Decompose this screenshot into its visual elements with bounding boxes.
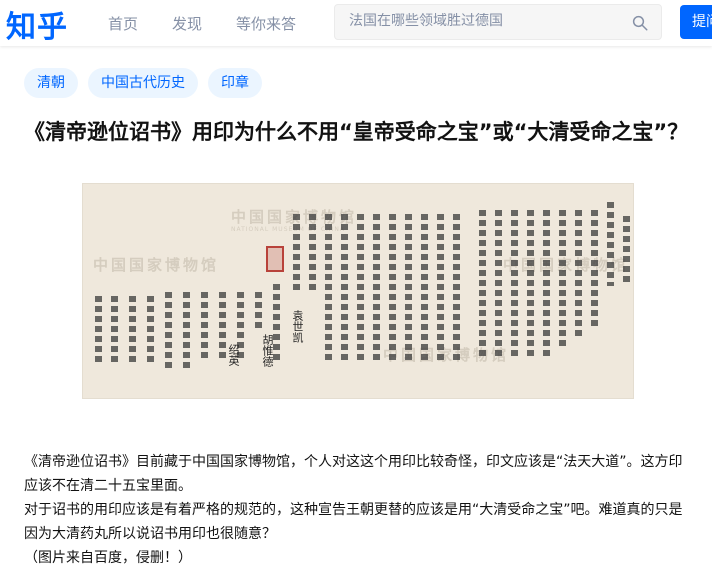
edict-text-column	[527, 210, 534, 360]
signature-column	[95, 296, 102, 366]
tag-seal[interactable]: 印章	[208, 68, 262, 98]
edict-text-column	[623, 216, 630, 286]
signature-column	[201, 292, 208, 362]
edict-text-column	[559, 210, 566, 350]
tag-qing-dynasty[interactable]: 清朝	[24, 68, 78, 98]
edict-text-column	[607, 202, 614, 286]
edict-text-column	[405, 214, 412, 364]
signature-column	[111, 296, 118, 366]
edict-text-column	[437, 214, 444, 364]
edict-text-column	[511, 210, 518, 360]
edict-text-column	[543, 210, 550, 360]
image-credit: （图片来自百度，侵删！）	[24, 550, 192, 566]
tag-ancient-chinese-history[interactable]: 中国古代历史	[88, 68, 198, 98]
edict-text-column	[421, 214, 428, 364]
signature-column	[183, 292, 190, 372]
edict-text-column	[479, 210, 486, 360]
edict-text-column	[453, 214, 460, 364]
edict-text-column	[357, 214, 364, 364]
description-paragraph: 《清帝逊位诏书》目前藏于中国国家博物馆，个人对这这个用印比较奇怪，印文应该是“法…	[24, 454, 683, 494]
museum-watermark: 中国国家博物馆	[383, 346, 510, 364]
search-box[interactable]	[334, 4, 662, 40]
nav-home[interactable]: 首页	[108, 13, 138, 34]
signature-column	[147, 296, 154, 366]
signature-column	[129, 296, 136, 366]
museum-watermark: 中国国家博物馆	[93, 256, 220, 274]
edict-text-column	[591, 210, 598, 330]
nav-discover[interactable]: 发现	[172, 13, 202, 34]
description-paragraph: 对于诏书的用印应该是有着严格的规范的，这种宣告王朝更替的应该是用“大清受命之宝”…	[24, 502, 683, 542]
signature-shao-ying: 绍英	[227, 344, 240, 366]
signature-hu-weide: 胡惟德	[261, 334, 274, 367]
edict-text-column	[389, 214, 396, 364]
top-navigation-bar: 知乎 首页 发现 等你来答 提问	[0, 0, 712, 46]
topic-tags: 清朝 中国古代历史 印章	[24, 68, 262, 98]
imperial-seal	[266, 246, 284, 272]
signature-yuan-shikai: 袁世凯	[291, 310, 304, 343]
question-description: 《清帝逊位诏书》目前藏于中国国家博物馆，个人对这这个用印比较奇怪，印文应该是“法…	[24, 450, 690, 570]
edict-text-column	[575, 210, 582, 340]
edict-image[interactable]: 中国国家博物馆 NATIONAL MUSEUM OF CHINA 中国国家博物馆…	[82, 183, 634, 399]
edict-text-column	[325, 214, 332, 364]
zhihu-logo[interactable]: 知乎	[6, 2, 68, 46]
signature-column	[255, 292, 262, 332]
search-icon[interactable]	[631, 14, 649, 32]
question-title: 《清帝逊位诏书》用印为什么不用“皇帝受命之宝”或“大清受命之宝”？	[24, 120, 689, 144]
edict-text-column	[341, 214, 348, 364]
ask-question-button[interactable]: 提问	[680, 5, 712, 39]
edict-text-column	[293, 214, 300, 294]
edict-text-column	[309, 214, 316, 294]
edict-text-column	[373, 214, 380, 364]
search-input[interactable]	[349, 13, 619, 29]
edict-text-column	[495, 210, 502, 360]
nav-waiting-answers[interactable]: 等你来答	[236, 13, 296, 34]
signature-column	[165, 292, 172, 372]
